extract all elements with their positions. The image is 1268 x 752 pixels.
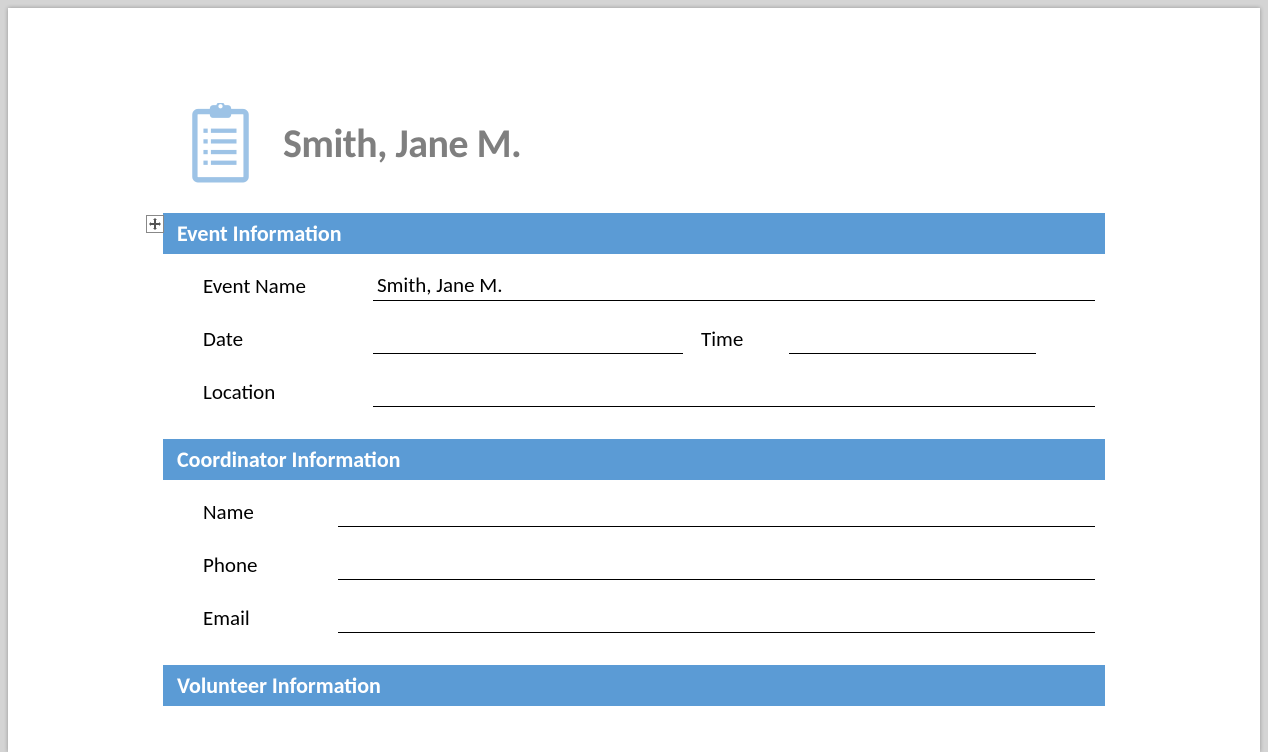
event-name-label: Event Name xyxy=(203,273,373,301)
document-page[interactable]: Smith, Jane M. Event Information Event N… xyxy=(8,8,1260,752)
field-row-date-time: Date Time xyxy=(203,325,1095,354)
field-row-event-name: Event Name xyxy=(203,272,1095,301)
time-label: Time xyxy=(683,326,771,354)
section-header-volunteer: Volunteer Information xyxy=(163,665,1105,706)
field-row-location: Location xyxy=(203,378,1095,407)
event-name-input[interactable] xyxy=(373,272,1095,301)
section-body-coordinator: Name Phone Email xyxy=(163,480,1105,665)
clipboard-icon xyxy=(188,103,253,183)
coordinator-phone-label: Phone xyxy=(203,552,338,580)
section-header-coordinator: Coordinator Information xyxy=(163,439,1105,480)
field-row-phone: Phone xyxy=(203,551,1095,580)
coordinator-name-input[interactable] xyxy=(338,498,1095,527)
date-label: Date xyxy=(203,326,373,354)
coordinator-email-label: Email xyxy=(203,605,338,633)
field-row-email: Email xyxy=(203,604,1095,633)
coordinator-phone-input[interactable] xyxy=(338,551,1095,580)
time-input[interactable] xyxy=(789,325,1036,354)
section-header-event: Event Information xyxy=(163,213,1105,254)
location-label: Location xyxy=(203,379,373,407)
coordinator-email-input[interactable] xyxy=(338,604,1095,633)
location-input[interactable] xyxy=(373,378,1095,407)
document-title[interactable]: Smith, Jane M. xyxy=(283,119,521,168)
section-body-event: Event Name Date Time Location xyxy=(163,254,1105,439)
document-canvas: Smith, Jane M. Event Information Event N… xyxy=(0,0,1268,752)
document-header: Smith, Jane M. xyxy=(163,103,1105,183)
date-input[interactable] xyxy=(373,325,683,354)
field-row-name: Name xyxy=(203,498,1095,527)
table-move-handle[interactable] xyxy=(146,215,164,233)
coordinator-name-label: Name xyxy=(203,499,338,527)
